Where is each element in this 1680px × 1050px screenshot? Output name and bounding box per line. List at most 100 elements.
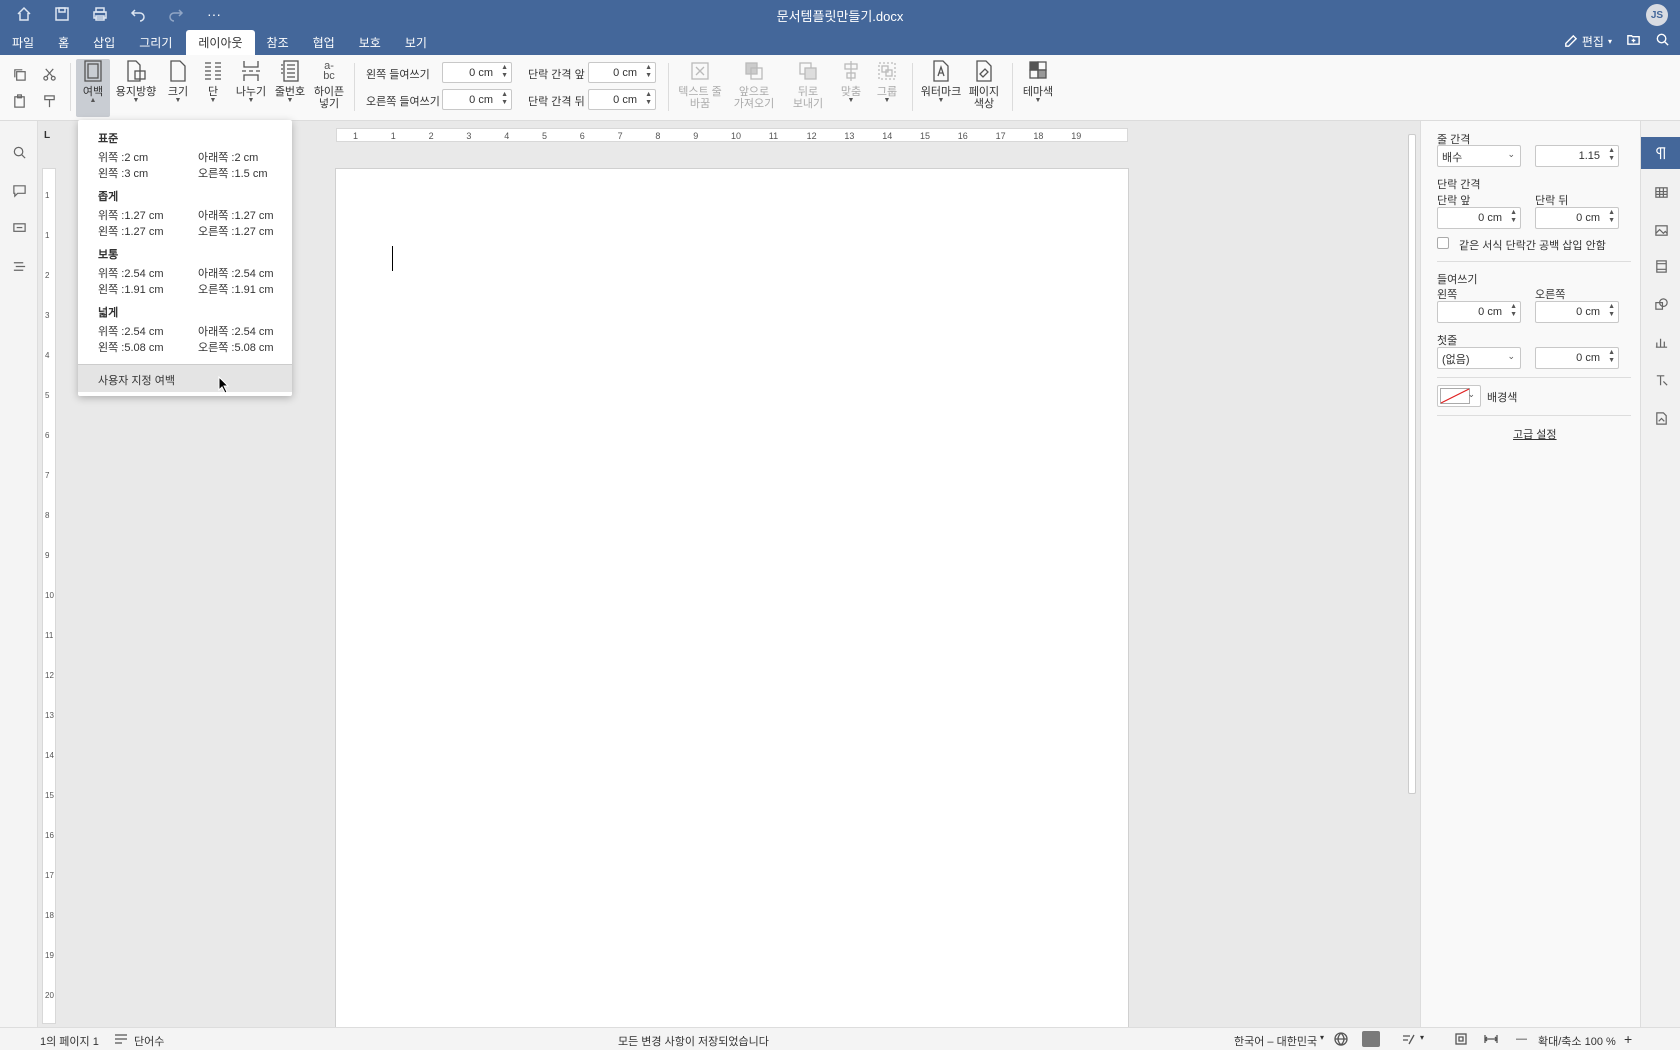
spinner-icon[interactable]: ▲ ▼ <box>1608 303 1615 319</box>
fit-page-icon[interactable] <box>1454 1032 1468 1049</box>
margin-option-narrow[interactable]: 좁게 위쪽 :1.27 cm 아래쪽 :1.27 cm 왼쪽 :1.27 cm 오른… <box>98 188 274 240</box>
advanced-settings-link[interactable]: 고급 설정 <box>1513 426 1557 442</box>
tab-home[interactable]: 홈 <box>46 30 81 55</box>
language-select[interactable]: 한국어 – 대한민국 <box>1234 1033 1317 1049</box>
text-art-icon[interactable] <box>1652 371 1670 389</box>
spellcheck-icon[interactable] <box>1362 1031 1380 1047</box>
line-numbers-button[interactable]: 줄번호 ▼ <box>272 59 308 117</box>
spinner-icon[interactable]: ▲ ▼ <box>1608 209 1615 225</box>
navigation-icon[interactable] <box>10 257 28 275</box>
search-icon[interactable] <box>10 143 28 161</box>
indent-left-input[interactable]: 0 cm ▲ ▼ <box>1437 301 1521 323</box>
group-button[interactable]: 그룹 ▼ <box>872 59 902 117</box>
bring-forward-button[interactable]: 앞으로 가져오기 <box>728 59 780 119</box>
edit-mode-button[interactable]: 편집 ▾ <box>1563 33 1612 50</box>
paragraph-icon[interactable] <box>1641 137 1680 169</box>
zoom-level[interactable]: 확대/축소 100 % <box>1538 1033 1616 1049</box>
chevron-down-icon: ⌄ <box>1507 149 1515 159</box>
globe-icon[interactable] <box>1334 1032 1348 1049</box>
cut-icon[interactable] <box>40 65 58 83</box>
indent-right-input[interactable]: 0 cm ▲ ▼ <box>442 89 512 110</box>
copy-icon[interactable] <box>10 65 28 83</box>
margins-button[interactable]: 여백 ▲ <box>76 59 110 117</box>
watermark-button[interactable]: 워터마크 ▼ <box>920 59 962 117</box>
spacing-after-input[interactable]: 0 cm ▲ ▼ <box>1535 207 1619 229</box>
indent-right-input[interactable]: 0 cm ▲ ▼ <box>1535 301 1619 323</box>
text-wrap-button[interactable]: 텍스트 줄 바꿈 <box>676 59 724 119</box>
fit-width-icon[interactable] <box>1484 1032 1498 1049</box>
align-button[interactable]: 맞춤 ▼ <box>836 59 866 117</box>
signature-icon[interactable] <box>1652 409 1670 427</box>
zoom-in-button[interactable]: + <box>1624 1031 1632 1047</box>
spinner-icon[interactable]: ▲ ▼ <box>1510 303 1517 319</box>
hyphenation-button[interactable]: a-bc 하이픈 넣기 <box>312 59 346 119</box>
space-after-input[interactable]: 0 cm ▲ ▼ <box>588 89 656 110</box>
theme-color-button[interactable]: 테마색 ▼ <box>1020 59 1056 117</box>
vertical-scrollbar[interactable] <box>1405 124 1419 1024</box>
comment-icon[interactable] <box>10 181 28 199</box>
spinner-icon[interactable]: ▲ ▼ <box>645 64 652 80</box>
paste-icon[interactable] <box>10 92 28 110</box>
tab-draw[interactable]: 그리기 <box>127 30 184 55</box>
ruler-number: 3 <box>45 311 50 320</box>
spacing-before-input[interactable]: 0 cm ▲ ▼ <box>1437 207 1521 229</box>
spinner-icon[interactable]: ▲ ▼ <box>1608 349 1615 365</box>
tab-collaborate[interactable]: 협업 <box>301 30 347 55</box>
space-before-input[interactable]: 0 cm ▲ ▼ <box>588 62 656 83</box>
open-location-icon[interactable] <box>1626 32 1641 50</box>
zoom-out-button[interactable]: — <box>1516 1033 1527 1045</box>
custom-margins-item[interactable]: 사용자 지정 여백 <box>78 364 292 392</box>
tab-insert[interactable]: 삽입 <box>81 30 127 55</box>
word-count-button[interactable]: 단어수 <box>134 1033 164 1049</box>
page-color-label-2: 색상 <box>973 98 995 110</box>
indent-right-label: 오른쪽 들여쓰기 <box>366 96 440 108</box>
orientation-button[interactable]: 용지방향 ▼ <box>114 59 158 117</box>
spinner-icon[interactable]: ▲ ▼ <box>1510 209 1517 225</box>
title-bar: ··· 문서템플릿만들기.docx JS 파일 홈 삽입 그리기 레이아웃 참조… <box>0 0 1680 55</box>
format-painter-icon[interactable] <box>40 92 58 110</box>
spinner-icon[interactable]: ▲ ▼ <box>1608 147 1615 163</box>
size-button[interactable]: 크기 ▼ <box>164 59 192 117</box>
no-space-checkbox[interactable] <box>1437 237 1449 249</box>
track-changes-icon[interactable] <box>1402 1032 1416 1049</box>
tab-layout[interactable]: 레이아웃 <box>186 30 255 55</box>
line-spacing-type-select[interactable]: 배수 ⌄ <box>1437 145 1521 167</box>
word-count-icon[interactable] <box>114 1032 128 1049</box>
margin-option-title: 좁게 <box>98 191 119 203</box>
ruler-number: 14 <box>45 751 54 760</box>
chart-icon[interactable] <box>1652 333 1670 351</box>
spinner-icon[interactable]: ▲ ▼ <box>645 91 652 107</box>
scrollbar-thumb[interactable] <box>1408 134 1416 794</box>
shape-icon[interactable] <box>1652 295 1670 313</box>
background-color-picker[interactable]: ⌄ <box>1437 385 1481 407</box>
indent-left-input[interactable]: 0 cm ▲ ▼ <box>442 62 512 83</box>
columns-icon <box>202 59 224 83</box>
spinner-icon[interactable]: ▲ ▼ <box>501 64 508 80</box>
breaks-button[interactable]: 나누기 ▼ <box>234 59 268 117</box>
spinner-icon[interactable]: ▲ ▼ <box>501 91 508 107</box>
tab-file[interactable]: 파일 <box>0 30 46 55</box>
page-color-button[interactable]: 페이지 색상 <box>966 59 1002 119</box>
text-wrap-label-1: 텍스트 줄 <box>678 86 722 98</box>
header-footer-icon[interactable] <box>1652 257 1670 275</box>
margin-option-moderate[interactable]: 보통 위쪽 :2.54 cm 아래쪽 :2.54 cm 왼쪽 :1.91 cm 오른… <box>98 246 274 298</box>
space-before-value: 0 cm <box>613 66 637 79</box>
margin-option-wide[interactable]: 넓게 위쪽 :2.54 cm 아래쪽 :2.54 cm 왼쪽 :5.08 cm 오른… <box>98 304 274 356</box>
tab-references[interactable]: 참조 <box>255 30 301 55</box>
tab-protect[interactable]: 보호 <box>347 30 393 55</box>
ruler-number: 18 <box>45 911 54 920</box>
send-backward-button[interactable]: 뒤로 보내기 <box>786 59 830 119</box>
search-icon[interactable] <box>1655 32 1670 50</box>
columns-button[interactable]: 단 ▼ <box>200 59 226 117</box>
avatar[interactable]: JS <box>1646 4 1668 26</box>
document-page[interactable] <box>335 168 1129 1028</box>
image-icon[interactable] <box>1652 221 1670 239</box>
margin-option-normal[interactable]: 표준 위쪽 :2 cm 아래쪽 :2 cm 왼쪽 :3 cm 오른쪽 :1.5 cm <box>98 130 267 182</box>
tab-stop-selector[interactable]: L <box>44 130 54 141</box>
first-line-select[interactable]: (없음) ⌄ <box>1437 347 1521 369</box>
first-line-input[interactable]: 0 cm ▲ ▼ <box>1535 347 1619 369</box>
chat-icon[interactable] <box>10 219 28 237</box>
tab-view[interactable]: 보기 <box>393 30 439 55</box>
line-spacing-input[interactable]: 1.15 ▲ ▼ <box>1535 145 1619 167</box>
table-icon[interactable] <box>1652 183 1670 201</box>
